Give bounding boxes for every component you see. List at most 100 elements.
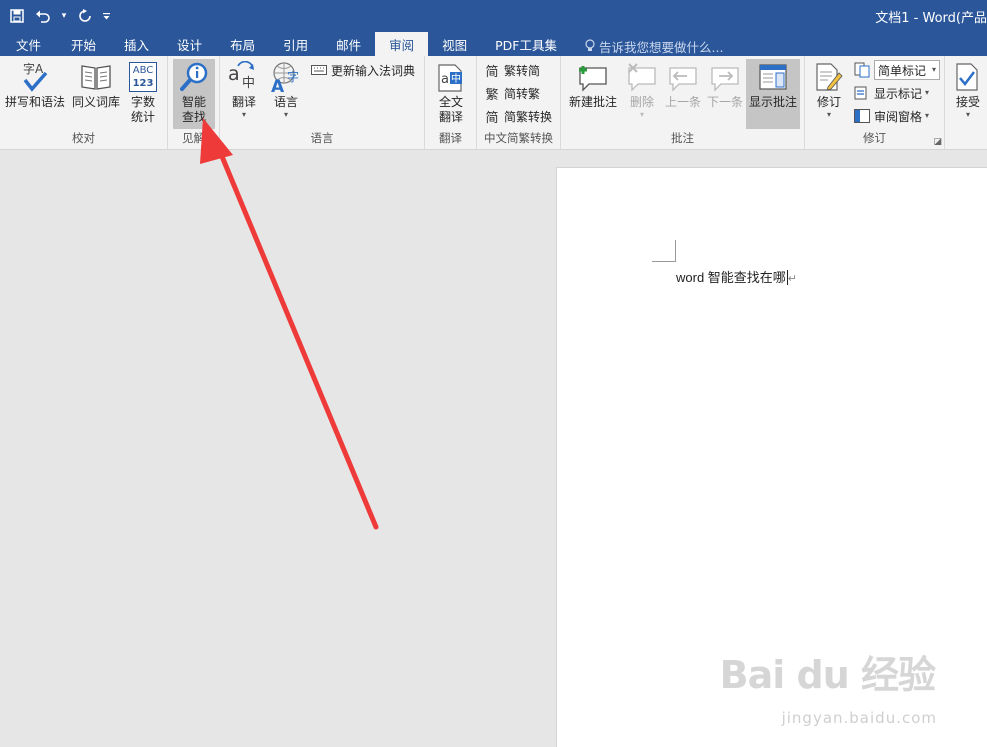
paragraph-mark: ↵ — [787, 273, 798, 285]
chinese-convert-button[interactable]: 简 简繁转换 — [483, 105, 552, 127]
keyboard-icon — [310, 61, 328, 79]
review-pane-icon — [853, 107, 871, 125]
baidu-watermark-logo: Bai du 经验 — [719, 653, 936, 697]
track-changes-button[interactable]: 修订 ▾ — [811, 59, 847, 120]
spelling-check-icon: 字A — [18, 59, 52, 95]
book-icon — [80, 59, 112, 95]
group-label-comments: 批注 — [671, 131, 694, 145]
previous-comment-icon — [667, 59, 699, 95]
delete-comment-icon — [626, 59, 658, 95]
svg-text:a: a — [441, 72, 449, 87]
spelling-grammar-button[interactable]: 字A 拼写和语法 — [4, 59, 66, 110]
tab-home[interactable]: 开始 — [57, 32, 110, 56]
accept-button[interactable]: 接受 ▾ — [951, 59, 985, 120]
track-changes-icon — [814, 59, 844, 95]
track-changes-dropdown-icon: ▾ — [826, 110, 831, 119]
tab-pdf-tools[interactable]: PDF工具集 — [481, 32, 571, 56]
ribbon: 字A 拼写和语法 同义词库 ABC 123 字数 统计 校对 智能 查找 见解 … — [0, 56, 987, 150]
group-label-tracking: 修订 — [863, 131, 886, 145]
review-pane-button[interactable]: 审阅窗格 ▾ — [853, 105, 929, 127]
tab-insert[interactable]: 插入 — [110, 32, 163, 56]
word-count-button[interactable]: ABC 123 字数 统计 — [124, 59, 162, 125]
svg-text:中: 中 — [242, 76, 255, 91]
smart-lookup-button[interactable]: 智能 查找 — [173, 59, 215, 129]
next-comment-icon — [709, 59, 741, 95]
language-icon: A字 — [269, 59, 303, 95]
fan-char-icon: 简 — [485, 64, 499, 80]
translate-dropdown-icon: ▾ — [241, 110, 246, 119]
group-label-insights: 见解 — [182, 131, 205, 145]
group-label-language: 语言 — [310, 131, 334, 145]
tab-layout[interactable]: 布局 — [216, 32, 269, 56]
accept-icon — [954, 59, 982, 95]
redo-icon[interactable] — [72, 3, 98, 29]
show-markup-icon — [853, 84, 871, 102]
show-markup-button[interactable]: 显示标记 ▾ — [853, 82, 929, 104]
word-count-icon: ABC 123 — [129, 59, 157, 95]
group-chinese-conversion: 简 繁转简 繁 简转繁 简 简繁转换 中文简繁转换 — [477, 56, 561, 150]
tab-design[interactable]: 设计 — [163, 32, 216, 56]
tab-review[interactable]: 审阅 — [375, 32, 429, 56]
new-comment-icon — [577, 59, 609, 95]
show-markup-chevron-down-icon: ▾ — [925, 88, 930, 97]
svg-text:字: 字 — [287, 69, 299, 84]
tab-references[interactable]: 引用 — [269, 32, 322, 56]
group-tracking: 修订 ▾ 简单标记 ▾ 显示标记 ▾ 审阅窗格 ▾ ◪ 修订 — [805, 56, 945, 150]
group-label-proofing: 校对 — [72, 131, 95, 145]
undo-dropdown-icon[interactable]: ▾ — [56, 3, 72, 29]
delete-comment-button[interactable]: 删除 ▾ — [623, 59, 661, 120]
group-language: a中 翻译 ▾ A字 语言 ▾ 更新输入法词典 语言 — [220, 56, 425, 150]
quick-access-toolbar: ▾ — [4, 2, 114, 30]
group-label-chinese-conversion: 中文简繁转换 — [484, 131, 553, 145]
svg-text:A: A — [271, 77, 285, 93]
tab-mailings[interactable]: 邮件 — [322, 32, 375, 56]
tell-me-box[interactable]: 告诉我您想要做什么... — [571, 37, 723, 56]
tell-me-text: 告诉我您想要做什么... — [599, 40, 724, 55]
customize-icon[interactable] — [98, 3, 114, 29]
save-icon[interactable] — [4, 3, 30, 29]
delete-dropdown-icon: ▾ — [639, 110, 644, 119]
previous-comment-button[interactable]: 上一条 — [663, 59, 703, 110]
svg-text:字A: 字A — [23, 61, 44, 76]
group-comments: 新建批注 删除 ▾ 上一条 下一条 显示批注 批注 — [561, 56, 805, 150]
show-comments-icon — [758, 59, 788, 95]
simplified-to-traditional-button[interactable]: 繁 简转繁 — [483, 82, 540, 104]
markup-chevron-down-icon: ▾ — [932, 65, 937, 74]
document-text[interactable]: word 智能查找在哪 ↵ — [676, 267, 797, 286]
thesaurus-button[interactable]: 同义词库 — [68, 59, 124, 110]
markup-select[interactable]: 简单标记 ▾ — [853, 59, 941, 81]
accept-dropdown-icon: ▾ — [965, 110, 970, 119]
group-translation: a中 全文 翻译 翻译 — [425, 56, 477, 150]
next-comment-button[interactable]: 下一条 — [705, 59, 745, 110]
markup-icon — [853, 61, 871, 79]
baidu-watermark-url: jingyan.baidu.com — [781, 709, 937, 727]
show-comments-button[interactable]: 显示批注 — [746, 59, 800, 129]
document-translate-icon: a中 — [435, 59, 467, 95]
language-dropdown-icon: ▾ — [283, 110, 288, 119]
undo-icon[interactable] — [30, 3, 56, 29]
traditional-to-simplified-button[interactable]: 简 繁转简 — [483, 59, 540, 81]
group-label-translation: 翻译 — [439, 131, 462, 145]
language-button[interactable]: A字 语言 ▾ — [268, 59, 304, 120]
full-text-translate-button[interactable]: a中 全文 翻译 — [433, 59, 469, 125]
title-bar: ▾ 文档1 - Word(产品 — [0, 0, 987, 32]
ribbon-tabs: 文件 开始 插入 设计 布局 引用 邮件 审阅 视图 PDF工具集 告诉我您想要… — [0, 32, 987, 56]
translate-button[interactable]: a中 翻译 ▾ — [226, 59, 262, 120]
markup-dropdown[interactable]: 简单标记 ▾ — [874, 60, 941, 80]
smart-lookup-icon — [178, 59, 210, 95]
update-ime-dictionary-button[interactable]: 更新输入法词典 — [310, 59, 415, 81]
tab-view[interactable]: 视图 — [428, 32, 481, 56]
group-insights: 智能 查找 见解 — [168, 56, 220, 150]
tab-file[interactable]: 文件 — [0, 32, 57, 56]
translate-icon: a中 — [227, 59, 261, 95]
lightbulb-icon — [585, 38, 595, 55]
jian-char-icon: 繁 — [485, 87, 499, 103]
margin-corner-mark — [652, 240, 676, 262]
convert-char-icon: 简 — [485, 110, 499, 126]
window-title: 文档1 - Word(产品 — [875, 11, 987, 26]
group-proofing: 字A 拼写和语法 同义词库 ABC 123 字数 统计 校对 — [0, 56, 168, 150]
group-changes: 接受 ▾ — [945, 56, 987, 150]
svg-text:a: a — [228, 63, 240, 85]
svg-text:中: 中 — [451, 72, 461, 85]
new-comment-button[interactable]: 新建批注 — [566, 59, 620, 110]
